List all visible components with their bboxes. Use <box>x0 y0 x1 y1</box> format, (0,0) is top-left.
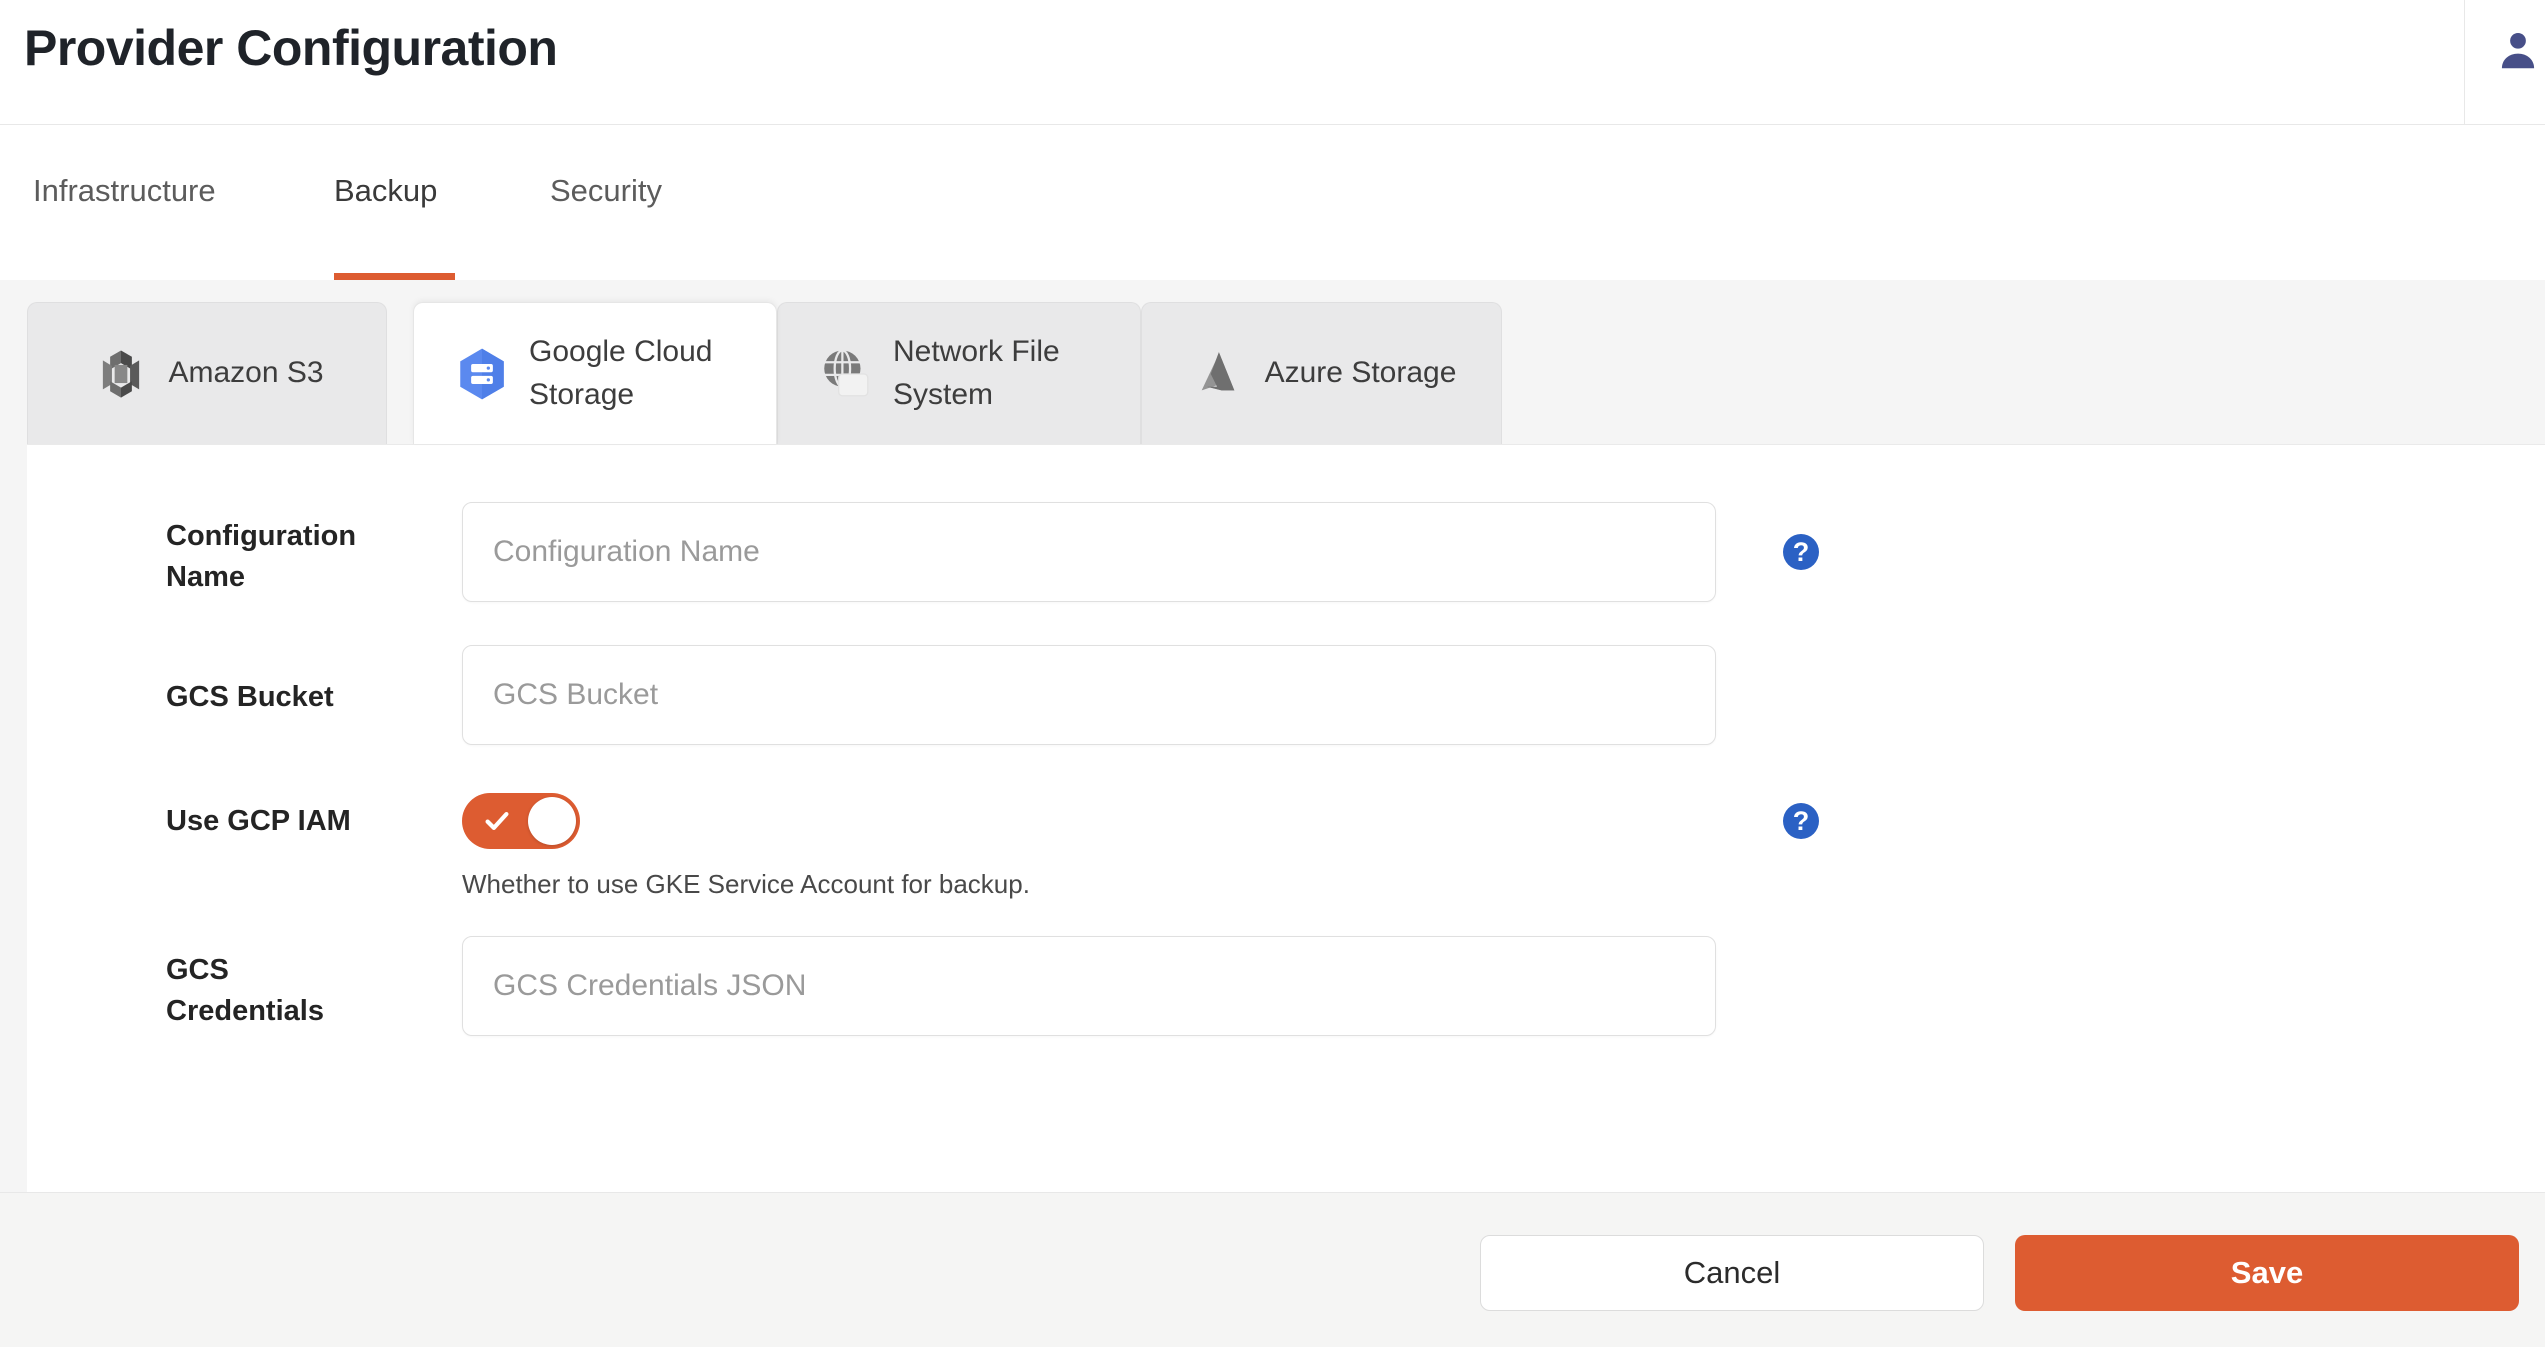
tab-security-label: Security <box>550 173 662 209</box>
tab-security[interactable]: Security <box>550 125 680 280</box>
user-avatar-button[interactable] <box>2490 22 2545 78</box>
use-gcp-iam-label: Use GCP IAM <box>166 801 376 842</box>
primary-tab-bar: Infrastructure Backup Security <box>0 125 2545 280</box>
tab-backup-label: Backup <box>334 173 437 209</box>
amazon-s3-icon <box>90 343 152 405</box>
page-header: Provider Configuration <box>0 0 2545 125</box>
gcs-bucket-input[interactable] <box>462 645 1716 745</box>
page-body: Amazon S3 Google Cloud Storage <box>0 280 2545 1347</box>
tab-active-underline <box>334 273 455 280</box>
checkmark-icon <box>482 806 512 836</box>
gcs-credentials-input[interactable] <box>462 936 1716 1036</box>
google-cloud-storage-icon <box>451 343 513 405</box>
tab-infrastructure-label: Infrastructure <box>33 173 216 209</box>
configuration-name-input[interactable] <box>462 502 1716 602</box>
provider-tab-azure-storage-label: Azure Storage <box>1265 352 1457 395</box>
user-avatar-icon <box>2495 27 2541 73</box>
header-divider <box>2464 0 2465 125</box>
tab-infrastructure[interactable]: Infrastructure <box>33 125 238 280</box>
provider-tab-network-file-system[interactable]: Network File System <box>777 302 1141 444</box>
page-title: Provider Configuration <box>24 19 557 77</box>
toggle-knob <box>528 797 576 845</box>
provider-configuration-page: Provider Configuration Infrastructure Ba… <box>0 0 2545 1347</box>
configuration-name-help-icon[interactable]: ? <box>1783 534 1819 570</box>
form-footer: Cancel Save <box>0 1192 2545 1347</box>
provider-tab-azure-storage[interactable]: Azure Storage <box>1141 302 1502 444</box>
provider-tab-google-cloud-storage-label: Google Cloud Storage <box>529 331 739 416</box>
provider-tab-amazon-s3[interactable]: Amazon S3 <box>27 302 387 444</box>
use-gcp-iam-help-icon[interactable]: ? <box>1783 803 1819 839</box>
use-gcp-iam-hint: Whether to use GKE Service Account for b… <box>462 869 1030 900</box>
network-file-system-icon <box>815 343 877 405</box>
save-button[interactable]: Save <box>2015 1235 2519 1311</box>
provider-tab-network-file-system-label: Network File System <box>893 331 1103 416</box>
cancel-button[interactable]: Cancel <box>1480 1235 1984 1311</box>
provider-form-panel: Configuration Name ? GCS Bucket Use GCP … <box>27 444 2545 1192</box>
provider-tab-google-cloud-storage[interactable]: Google Cloud Storage <box>413 302 777 444</box>
tab-backup[interactable]: Backup <box>334 125 455 280</box>
provider-tab-amazon-s3-label: Amazon S3 <box>168 352 323 395</box>
azure-storage-icon <box>1187 343 1249 405</box>
configuration-name-label: Configuration Name <box>166 516 376 598</box>
gcs-bucket-label: GCS Bucket <box>166 677 376 718</box>
gcs-credentials-label: GCS Credentials <box>166 950 376 1032</box>
use-gcp-iam-toggle[interactable] <box>462 793 580 849</box>
